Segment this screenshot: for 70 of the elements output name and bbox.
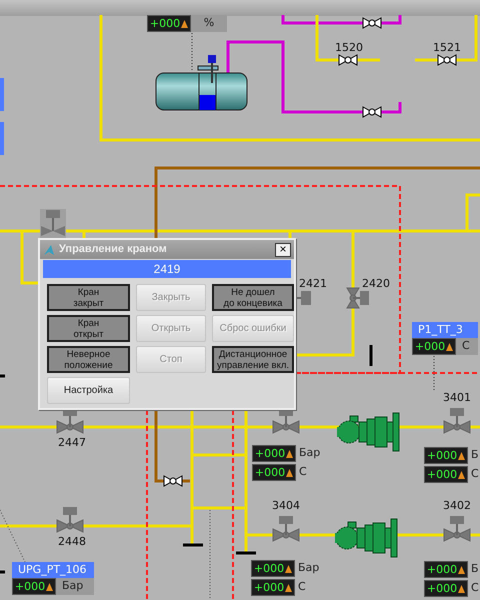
valve-label: 1520 [335,42,363,54]
status-indicator: Кран открыт [47,315,130,342]
warning-icon [458,470,466,478]
unit-label: С [456,338,478,355]
pipe-end-cap [0,374,5,378]
pump-icon[interactable] [335,518,398,558]
unit-label: Бар [299,445,320,462]
unit-label: С [471,580,479,596]
unit-label: С [299,464,307,480]
valve-icon[interactable] [164,475,182,487]
warning-icon [458,452,466,460]
valve-icon[interactable] [362,17,382,29]
valve-id-bar: 2419 [43,260,291,278]
pump-icon[interactable] [337,412,400,452]
readout-value: +000 [150,18,180,30]
unit-label: Б [471,561,479,578]
dialog-title: Управление краном [59,242,167,258]
warning-icon [458,566,466,574]
readout-value: +000 [414,340,446,352]
unit-label: Б [471,447,479,464]
pipe-end-cap [370,345,372,366]
readout-value: +000 [254,448,286,460]
valve-label: 3401 [443,392,471,404]
tag-label: UPG_PT_106 [12,562,94,578]
warning-icon [458,584,466,592]
pipe-end-cap [183,544,203,546]
tag-label: P1_TT_3 [412,322,478,338]
panel-edge [0,122,4,155]
readout-value: +000 [254,562,284,574]
status-indicator: Не дошел до концевика [212,284,294,311]
app-icon [43,244,55,256]
valve-icon[interactable] [362,106,382,118]
command-button[interactable]: Настройка [47,377,130,404]
pipe-end-cap [236,552,256,554]
readout-value: +000 [426,564,458,576]
status-indicator: Неверное положение [47,346,130,373]
readout-value: +000 [426,582,458,594]
readout-value: +000 [426,468,458,480]
status-indicator: Дистанционное управление вкл. [212,346,294,373]
unit-label: Бар [56,578,94,595]
unit-label: С [298,579,306,596]
valve-icon[interactable] [438,54,456,66]
valve-label: 1521 [433,42,461,54]
valve-label: 2420 [362,278,390,290]
warning-icon [286,468,294,476]
status-indicator: Кран закрыт [47,284,130,311]
valve-label: 2421 [299,278,327,290]
leader-line [0,510,26,562]
readout-value: +000 [254,582,284,594]
valve-label: 3404 [272,500,300,512]
valve-actuator-icon[interactable] [296,291,311,305]
unit-label: Бар [298,560,320,576]
warning-icon [285,564,292,572]
warning-icon [286,450,294,458]
warning-icon [181,20,188,28]
readout-value: +000 [254,466,286,478]
pipe-end-cap [0,570,5,574]
warning-icon [446,342,454,350]
valve-label: 2447 [58,437,86,449]
valve-label: 3402 [443,500,471,512]
readout-value: +000 [14,580,46,592]
close-button[interactable]: × [275,242,291,256]
unit-label: С [471,466,479,482]
valve-label: 2448 [58,536,86,548]
warning-icon [46,582,54,590]
unit-label: % [191,15,227,32]
valve-icon[interactable] [338,54,358,66]
warning-icon [285,584,292,592]
panel-edge [0,78,4,111]
readout-value: +000 [426,450,458,462]
